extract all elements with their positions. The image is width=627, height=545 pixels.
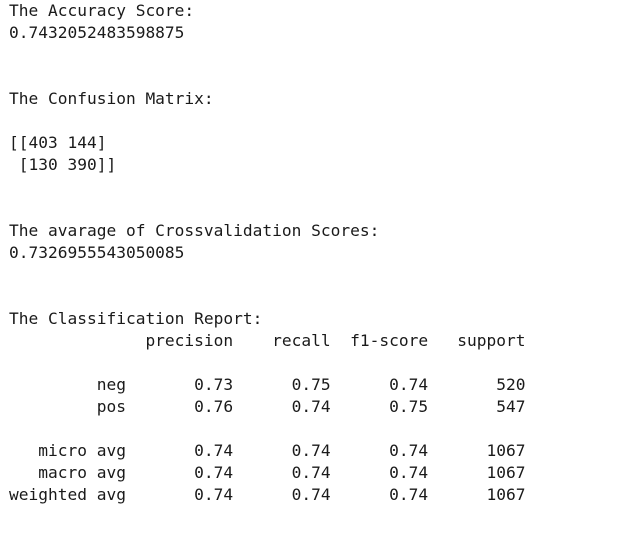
output-line: [[403 144]	[9, 133, 107, 152]
output-line: neg 0.73 0.75 0.74 520	[9, 375, 526, 394]
output-line: weighted avg 0.74 0.74 0.74 1067	[9, 485, 526, 504]
output-line: 0.7432052483598875	[9, 23, 185, 42]
output-line: The avarage of Crossvalidation Scores:	[9, 221, 380, 240]
console-output: The Accuracy Score: 0.7432052483598875 The…	[9, 0, 526, 506]
output-line: precision recall f1-score support	[9, 331, 526, 350]
output-line: micro avg 0.74 0.74 0.74 1067	[9, 441, 526, 460]
output-line: pos 0.76 0.74 0.75 547	[9, 397, 526, 416]
output-line: The Classification Report:	[9, 309, 263, 328]
output-line: The Confusion Matrix:	[9, 89, 214, 108]
output-line: 0.7326955543050085	[9, 243, 185, 262]
output-line: macro avg 0.74 0.74 0.74 1067	[9, 463, 526, 482]
output-line: [130 390]]	[9, 155, 117, 174]
output-line: The Accuracy Score:	[9, 1, 195, 20]
